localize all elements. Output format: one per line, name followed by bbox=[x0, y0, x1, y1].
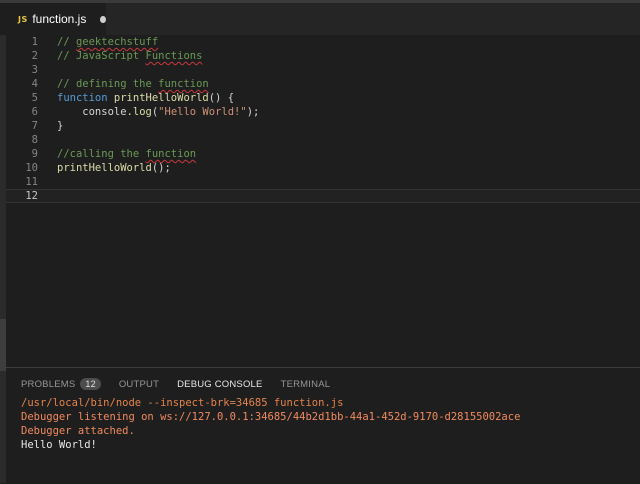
code-line[interactable]: 9 //calling the function bbox=[6, 147, 640, 161]
line-number: 2 bbox=[31, 50, 38, 62]
panel-tabs: PROBLEMS 12 OUTPUT DEBUG CONSOLE TERMINAL bbox=[21, 376, 348, 392]
console-line: Debugger listening on ws://127.0.0.1:346… bbox=[21, 411, 521, 423]
problems-count-badge: 12 bbox=[80, 378, 101, 390]
line-number: 5 bbox=[31, 92, 38, 104]
code-line[interactable]: 12 bbox=[6, 189, 640, 203]
javascript-file-icon: JS bbox=[18, 14, 28, 24]
code-token: console bbox=[57, 106, 127, 118]
line-number: 4 bbox=[31, 78, 38, 90]
code-token: function bbox=[158, 78, 209, 90]
line-number: 9 bbox=[31, 148, 38, 160]
panel-tab-output[interactable]: OUTPUT bbox=[119, 379, 159, 390]
code-token: geektechstuff bbox=[75, 36, 159, 48]
code-token: (); bbox=[151, 162, 171, 174]
bottom-panel: PROBLEMS 12 OUTPUT DEBUG CONSOLE TERMINAL /u… bbox=[6, 367, 640, 484]
code-token: } bbox=[57, 120, 64, 132]
panel-tab-label: PROBLEMS bbox=[21, 378, 76, 390]
unsaved-changes-icon[interactable] bbox=[100, 15, 106, 23]
panel-tab-debug-console[interactable]: DEBUG CONSOLE bbox=[177, 379, 262, 390]
code-token: //calling the bbox=[57, 148, 146, 160]
code-token: function bbox=[145, 148, 197, 160]
line-number: 11 bbox=[25, 176, 38, 188]
panel-tab-label: OUTPUT bbox=[118, 378, 160, 390]
code-token: () { bbox=[208, 92, 235, 104]
code-text: } bbox=[57, 119, 63, 133]
code-token: function bbox=[57, 92, 114, 104]
editor-tab-bar: JS function.js bbox=[0, 0, 640, 35]
code-line[interactable]: 5 function printHelloWorld() { bbox=[6, 91, 640, 105]
code-token: ); bbox=[246, 106, 260, 118]
tab-label: function.js bbox=[32, 12, 87, 26]
panel-tab-label: TERMINAL bbox=[280, 378, 331, 390]
code-text: function printHelloWorld() { bbox=[57, 91, 234, 105]
line-number: 8 bbox=[31, 134, 38, 146]
line-number: 12 bbox=[25, 190, 38, 202]
code-line[interactable]: 11 bbox=[6, 175, 640, 189]
code-token: printHelloWorld bbox=[57, 162, 152, 174]
code-editor[interactable]: 1 // geektechstuff 2 // JavaScript Function… bbox=[6, 35, 640, 367]
code-token: .log bbox=[126, 106, 152, 118]
code-text: printHelloWorld(); bbox=[57, 161, 171, 175]
code-text: // JavaScript Functions bbox=[57, 49, 202, 63]
code-text: console.log("Hello World!"); bbox=[57, 105, 259, 119]
code-line[interactable]: 1 // geektechstuff bbox=[6, 35, 640, 49]
code-line[interactable]: 8 bbox=[6, 133, 640, 147]
code-token: printHelloWorld bbox=[113, 92, 209, 104]
line-number: 7 bbox=[31, 120, 38, 132]
panel-tab-label: DEBUG CONSOLE bbox=[177, 378, 263, 390]
code-token: // defining the bbox=[57, 78, 159, 90]
code-line[interactable]: 6 console.log("Hello World!"); bbox=[6, 105, 640, 119]
code-token: Functions bbox=[145, 50, 203, 62]
code-line[interactable]: 2 // JavaScript Functions bbox=[6, 49, 640, 63]
line-number: 6 bbox=[31, 106, 38, 118]
code-line[interactable]: 10 printHelloWorld(); bbox=[6, 161, 640, 175]
code-line[interactable]: 4 // defining the function bbox=[6, 77, 640, 91]
code-text: // defining the function bbox=[57, 77, 209, 91]
code-token: // JavaScript bbox=[57, 50, 146, 62]
code-text: // geektechstuff bbox=[57, 35, 158, 49]
tab-function-js[interactable]: JS function.js bbox=[0, 3, 106, 35]
console-line: /usr/local/bin/node --inspect-brk=34685 … bbox=[21, 397, 344, 409]
console-line: Debugger attached. bbox=[21, 425, 135, 437]
line-number: 10 bbox=[25, 162, 38, 174]
debug-console-output: /usr/local/bin/node --inspect-brk=34685 … bbox=[21, 396, 520, 452]
line-number: 3 bbox=[31, 64, 38, 76]
panel-tab-terminal[interactable]: TERMINAL bbox=[281, 379, 331, 390]
code-token: "Hello World!" bbox=[158, 106, 247, 118]
code-line[interactable]: 7} bbox=[6, 119, 640, 133]
line-number: 1 bbox=[31, 36, 38, 48]
code-text: //calling the function bbox=[57, 147, 196, 161]
code-line[interactable]: 3 bbox=[6, 63, 640, 77]
panel-tab-problems[interactable]: PROBLEMS 12 bbox=[21, 378, 101, 390]
code-token: // bbox=[57, 36, 76, 48]
console-line: Hello World! bbox=[21, 439, 97, 451]
